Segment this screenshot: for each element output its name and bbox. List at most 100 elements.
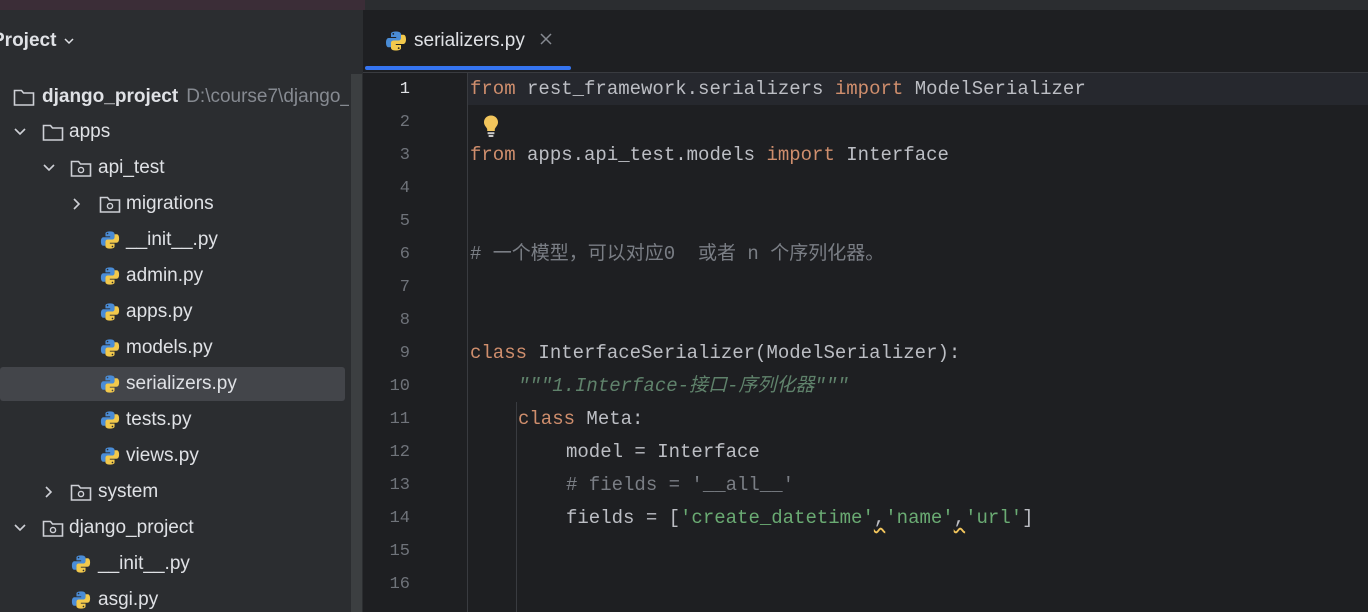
tree-item-label: serializers.py — [126, 373, 237, 394]
python-file-icon — [100, 267, 120, 285]
tree-item-label: api_test — [98, 157, 165, 178]
tree-item-label: admin.py — [126, 265, 204, 286]
code-line-12: model = Interface — [566, 441, 760, 463]
tree-item-asgi-py[interactable]: asgi.py — [0, 583, 345, 612]
line-number: 11 — [389, 410, 410, 429]
project-path: D:\course7\django_p — [186, 86, 349, 107]
line-number: 8 — [399, 311, 410, 330]
tree-item-label: asgi.py — [98, 589, 159, 610]
tree-item-label: models.py — [126, 337, 213, 358]
comma-warning[interactable]: , — [874, 507, 885, 529]
close-icon[interactable] — [539, 32, 553, 46]
tree-item-label: system — [98, 481, 159, 502]
fields-assignment: fields = [ — [566, 507, 681, 529]
class-declaration: InterfaceSerializer(ModelSerializer): — [527, 342, 961, 364]
tree-item-migrations[interactable]: migrations — [0, 187, 345, 221]
chevron-down-icon[interactable] — [42, 161, 56, 175]
tree-item-system[interactable]: system — [0, 475, 345, 509]
tree-item-label: apps — [69, 121, 111, 142]
tab-label: serializers.py — [414, 30, 525, 51]
tree-item-admin-py[interactable]: admin.py — [0, 259, 345, 293]
lightbulb-icon[interactable] — [482, 114, 500, 140]
tree-item-init-py[interactable]: __init__.py — [0, 547, 345, 581]
line-number: 16 — [389, 575, 410, 594]
tree-item-django-project[interactable]: django_project — [0, 511, 345, 545]
line-number-gutter[interactable]: 1 2 3 4 5 6 7 8 9 10 11 12 13 14 15 16 — [363, 73, 453, 612]
tree-item-label: views.py — [126, 445, 199, 466]
line-number: 4 — [399, 179, 410, 198]
tree-item-views-py[interactable]: views.py — [0, 439, 345, 473]
python-file-icon — [71, 591, 91, 609]
active-tab-indicator — [365, 66, 571, 70]
package-folder-icon — [70, 160, 92, 177]
tree-item-label: django_project — [42, 86, 179, 107]
project-view-title: Project — [0, 30, 57, 51]
python-file-icon — [100, 447, 120, 465]
line-number: 9 — [399, 344, 410, 363]
tree-item-serializers-py[interactable]: serializers.py — [0, 367, 345, 401]
keyword-import: import — [766, 144, 835, 166]
line-number: 1 — [399, 80, 410, 99]
package-folder-icon — [70, 484, 92, 501]
project-tool-window: Project django_project D:\course7\django_… — [0, 10, 349, 612]
window-title-bar — [0, 0, 1368, 10]
line-number: 10 — [389, 377, 410, 396]
python-file-icon — [386, 31, 406, 51]
string-literal: 'name' — [885, 507, 954, 529]
line-number: 13 — [389, 476, 410, 495]
keyword-from: from — [470, 78, 516, 100]
code-line-10-docstring: """1.Interface-接口-序列化器""" — [518, 375, 849, 397]
list-close: ] — [1022, 507, 1034, 529]
code-line-13-comment: # fields = '__all__' — [566, 474, 795, 496]
tree-item-label: apps.py — [126, 301, 193, 322]
tree-item-api-test[interactable]: api_test — [0, 151, 345, 185]
class-declaration: Meta: — [575, 408, 644, 430]
module-path: rest_framework.serializers — [515, 78, 835, 100]
code-line-9: class InterfaceSerializer(ModelSerialize… — [470, 337, 960, 370]
package-folder-icon — [42, 520, 64, 537]
comma-warning[interactable]: , — [954, 507, 965, 529]
python-file-icon — [100, 303, 120, 321]
keyword-class: class — [518, 408, 576, 430]
tree-item-label: migrations — [126, 193, 214, 214]
tree-item-label: __init__.py — [98, 553, 190, 574]
package-folder-icon — [99, 196, 121, 213]
chevron-right-icon[interactable] — [42, 485, 56, 499]
title-bar-accent — [0, 0, 365, 10]
python-file-icon — [100, 411, 120, 429]
line-number: 3 — [399, 146, 410, 165]
string-literal: 'create_datetime' — [680, 507, 874, 529]
chevron-down-icon — [64, 38, 74, 45]
chevron-down-icon[interactable] — [13, 521, 27, 535]
python-file-icon — [100, 375, 120, 393]
chevron-right-icon[interactable] — [70, 197, 84, 211]
line-number: 12 — [389, 443, 410, 462]
tree-item-apps[interactable]: apps — [0, 115, 345, 149]
tree-item-tests-py[interactable]: tests.py — [0, 403, 345, 437]
python-file-icon — [71, 555, 91, 573]
imported-name: Interface — [834, 144, 949, 166]
code-editor[interactable]: serializers.py 1 2 3 4 5 6 7 8 9 10 11 1… — [363, 10, 1368, 612]
string-literal: 'url' — [965, 507, 1023, 529]
line-number: 2 — [399, 113, 410, 132]
chevron-down-icon[interactable] — [13, 125, 27, 139]
tab-serializers-py[interactable]: serializers.py — [363, 10, 571, 72]
line-number: 7 — [399, 278, 410, 297]
editor-tab-bar: serializers.py — [363, 10, 1368, 73]
keyword-import: import — [834, 78, 904, 100]
code-line-6-comment: # 一个模型，可以对应0 或者 n 个序列化器。 — [470, 243, 885, 265]
keyword-from: from — [470, 144, 516, 166]
code-line-3: from apps.api_test.models import Interfa… — [470, 139, 949, 172]
tree-item-django-project-root[interactable]: django_project D:\course7\django_p — [0, 80, 349, 114]
project-view-selector[interactable]: Project — [0, 29, 74, 53]
folder-icon — [42, 124, 64, 141]
tree-item-apps-py[interactable]: apps.py — [0, 295, 345, 329]
line-number: 5 — [399, 212, 410, 231]
tree-item-label: tests.py — [126, 409, 192, 430]
python-file-icon — [100, 231, 120, 249]
line-number: 15 — [389, 542, 410, 561]
tree-item-models-py[interactable]: models.py — [0, 331, 345, 365]
code-line-14: fields = ['create_datetime','name','url'… — [566, 502, 1034, 535]
tree-item-init-py[interactable]: __init__.py — [0, 223, 345, 257]
code-line-1: from rest_framework.serializers import M… — [470, 73, 1086, 106]
